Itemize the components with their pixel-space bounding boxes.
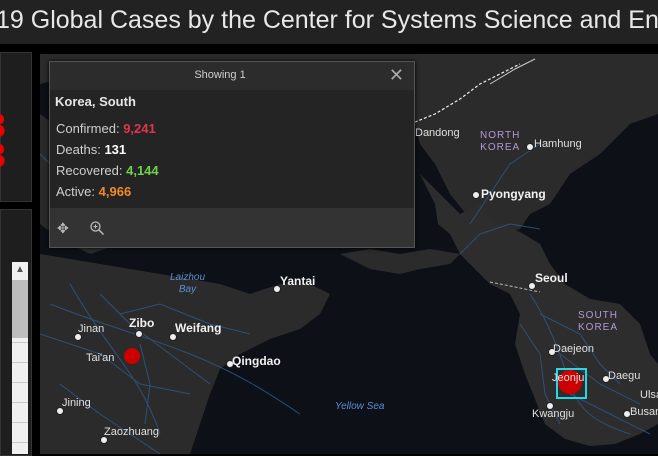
city-label-zaozhuang: Zaozhuang	[104, 426, 160, 438]
city-label-qingdao: Qingdao	[232, 354, 281, 368]
total-cases-panel: 33	[0, 52, 32, 202]
zoom-in-icon[interactable]	[89, 220, 107, 238]
list-divider	[12, 382, 28, 383]
scroll-up-arrow-icon[interactable]: ▲	[12, 262, 28, 278]
city-label-jinan: Jinan	[78, 323, 105, 335]
city-label-dandong: Dandong	[415, 127, 460, 139]
water-label-laizhou-bay: Laizhou Bay	[170, 272, 206, 295]
region-label-north-korea: NORTH KOREA	[480, 130, 521, 153]
city-label-daegu: Daegu	[608, 370, 641, 382]
scroll-thumb[interactable]	[12, 280, 28, 338]
list-divider	[12, 362, 28, 363]
list-divider	[12, 442, 28, 443]
popup-body: Korea, South Confirmed: 9,241 Deaths: 13…	[50, 90, 414, 208]
confirmed-value: 9,241	[123, 121, 156, 136]
city-dot	[526, 143, 534, 151]
dashboard-title: 19 Global Cases by the Center for System…	[0, 6, 658, 34]
list-scrollbar[interactable]: ▲	[12, 262, 28, 454]
list-divider	[12, 402, 28, 403]
city-label-hamhung: Hamhung	[534, 138, 582, 150]
city-label-daejeon: Daejeon	[553, 343, 594, 355]
confirmed-row: Confirmed: 9,241	[56, 121, 156, 136]
active-row: Active: 4,966	[56, 184, 131, 199]
city-label-yantai: Yantai	[280, 274, 316, 288]
city-label-busan: Busan	[630, 406, 658, 418]
confirmed-label: Confirmed:	[56, 121, 120, 136]
list-divider	[12, 422, 28, 423]
city-label-ulsan: Ulsa	[640, 389, 658, 401]
recovered-value: 4,144	[126, 163, 159, 178]
city-label-jining: Jining	[62, 397, 91, 409]
popup-header: Showing 1 ✕	[50, 62, 414, 90]
active-label: Active:	[56, 184, 96, 199]
popup-footer: ✥	[50, 208, 414, 247]
city-label-jeonju: Jeonju	[552, 372, 585, 384]
popup-title: Showing 1	[194, 69, 246, 81]
region-label-south-korea: SOUTH KOREA	[578, 310, 619, 333]
city-label-taian: Tai'an	[86, 352, 115, 364]
deaths-label: Deaths:	[56, 142, 101, 157]
city-label-pyongyang: Pyongyang	[481, 187, 546, 201]
city-dot	[472, 191, 480, 199]
city-label-weifang: Weifang	[175, 321, 222, 335]
city-dot	[135, 330, 143, 338]
total-cases-fragment: 33	[0, 109, 6, 173]
active-value: 4,966	[98, 184, 132, 199]
feature-popup: Showing 1 ✕ Korea, South Confirmed: 9,24…	[49, 61, 415, 248]
recovered-row: Recovered: 4,144	[56, 163, 159, 178]
deaths-value: 131	[104, 142, 127, 157]
pan-icon[interactable]: ✥	[57, 220, 75, 238]
list-divider	[12, 342, 28, 343]
city-label-zibo: Zibo	[129, 316, 155, 330]
case-marker-china[interactable]	[124, 348, 140, 364]
city-label-seoul: Seoul	[535, 271, 568, 285]
water-label-yellow-sea: Yellow Sea	[335, 401, 385, 412]
dashboard-header: 19 Global Cases by the Center for System…	[0, 0, 658, 44]
city-label-kwangju: Kwangju	[532, 408, 575, 420]
recovered-label: Recovered:	[56, 163, 123, 178]
close-icon[interactable]: ✕	[389, 65, 404, 86]
popup-heading: Korea, South	[55, 94, 136, 109]
deaths-row: Deaths: 131	[56, 142, 126, 157]
